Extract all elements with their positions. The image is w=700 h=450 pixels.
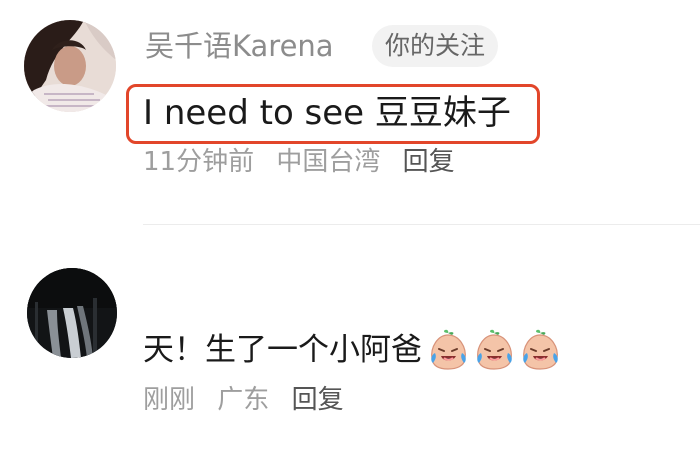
comment-location: 中国台湾: [276, 147, 381, 177]
avatar-image: [24, 20, 116, 112]
crying-laugh-emoji: [426, 329, 471, 371]
comment-meta: 刚刚 广东 回复: [143, 380, 358, 420]
following-badge: 你的关注: [372, 25, 499, 67]
emoji-group: [426, 329, 564, 371]
comment-location: 广东: [217, 385, 270, 415]
crying-laugh-emoji: [518, 329, 563, 371]
comment-text: I need to see 豆豆妹子: [143, 93, 511, 133]
user-avatar[interactable]: [27, 268, 117, 358]
reply-button[interactable]: 回复: [403, 147, 455, 177]
comment-text-row: 天！生了一个小阿爸: [143, 326, 564, 374]
comment-meta: 11分钟前 中国台湾 回复: [143, 142, 469, 182]
user-avatar[interactable]: [24, 20, 116, 112]
username[interactable]: 吴千语Karena: [145, 24, 334, 68]
avatar-image: [27, 268, 117, 358]
comment-list: 吴千语Karena 你的关注 I need to see 豆豆妹子 11分钟前 …: [0, 0, 700, 450]
crying-laugh-emoji: [472, 329, 517, 371]
comment-time: 刚刚: [143, 385, 196, 415]
reply-button[interactable]: 回复: [292, 385, 344, 415]
comment-time: 11分钟前: [143, 147, 255, 177]
comment-divider: [143, 224, 700, 225]
comment-text: 天！生了一个小阿爸: [143, 332, 422, 368]
